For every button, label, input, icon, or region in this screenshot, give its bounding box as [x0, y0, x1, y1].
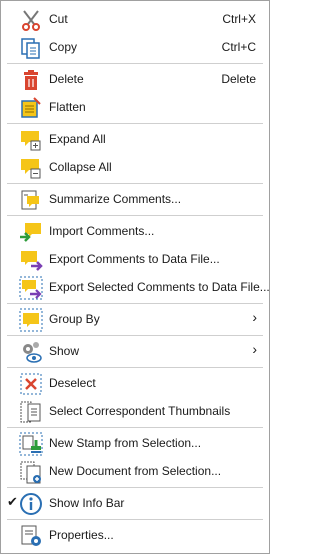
- menu-item-label: Cut: [49, 12, 68, 26]
- menu-separator: [7, 427, 263, 428]
- menu-item-label: Flatten: [49, 100, 86, 114]
- menu-item-label: New Stamp from Selection...: [49, 436, 202, 450]
- menu-item-deselect[interactable]: Deselect: [1, 369, 269, 397]
- menu-item-new-stamp[interactable]: New Stamp from Selection...: [1, 429, 269, 457]
- menu-item-label: Properties...: [49, 528, 114, 542]
- trash-icon: [19, 68, 43, 92]
- copy-icon: [19, 36, 43, 60]
- menu-separator: [7, 367, 263, 368]
- menu-item-import-comments[interactable]: Import Comments...: [1, 217, 269, 245]
- menu-item-select-thumbnails[interactable]: Select Correspondent Thumbnails: [1, 397, 269, 425]
- export-selected-comments-icon: [19, 276, 43, 300]
- menu-item-delete[interactable]: Delete Delete: [1, 65, 269, 93]
- shortcut-text: Ctrl+C: [221, 40, 256, 54]
- properties-icon: [19, 524, 43, 548]
- menu-item-collapse-all[interactable]: Collapse All: [1, 153, 269, 181]
- menu-item-export-comments[interactable]: Export Comments to Data File...: [1, 245, 269, 273]
- new-stamp-icon: [19, 432, 43, 456]
- flatten-icon: [19, 96, 43, 120]
- menu-item-label: Select Correspondent Thumbnails: [49, 404, 231, 418]
- select-thumbnails-icon: [19, 400, 43, 424]
- menu-item-label: Deselect: [49, 376, 96, 390]
- menu-item-label: Expand All: [49, 132, 106, 146]
- summarize-comments-icon: [19, 188, 43, 212]
- menu-item-label: Summarize Comments...: [49, 192, 182, 206]
- menu-item-label: Export Comments to Data File...: [49, 252, 220, 266]
- menu-item-cut[interactable]: Cut Ctrl+X: [1, 5, 269, 33]
- menu-item-label: Show Info Bar: [49, 496, 125, 510]
- info-icon: [19, 492, 43, 516]
- menu-item-label: Export Selected Comments to Data File...: [49, 280, 270, 294]
- menu-item-label: Show: [49, 344, 80, 358]
- menu-item-label: Import Comments...: [49, 224, 155, 238]
- menu-item-label: Collapse All: [49, 160, 112, 174]
- export-comments-icon: [19, 248, 43, 272]
- menu-item-group-by[interactable]: Group By ›: [1, 305, 269, 333]
- menu-separator: [7, 303, 263, 304]
- checkmark-icon: ✔: [7, 494, 18, 509]
- menu-separator: [7, 183, 263, 184]
- deselect-icon: [19, 372, 43, 396]
- menu-separator: [7, 63, 263, 64]
- menu-item-label: Delete: [49, 72, 84, 86]
- menu-item-summarize-comments[interactable]: Summarize Comments...: [1, 185, 269, 213]
- menu-item-expand-all[interactable]: Expand All: [1, 125, 269, 153]
- menu-item-label: Group By: [49, 312, 100, 326]
- menu-separator: [7, 123, 263, 124]
- shortcut-text: Delete: [221, 72, 256, 86]
- menu-separator: [7, 335, 263, 336]
- new-document-icon: [19, 460, 43, 484]
- chevron-right-icon: ›: [252, 341, 257, 357]
- menu-separator: [7, 487, 263, 488]
- menu-item-label: New Document from Selection...: [49, 464, 222, 478]
- expand-comments-icon: [19, 128, 43, 152]
- menu-item-new-document[interactable]: New Document from Selection...: [1, 457, 269, 485]
- menu-separator: [7, 519, 263, 520]
- shortcut-text: Ctrl+X: [222, 12, 256, 26]
- import-comments-icon: [19, 220, 43, 244]
- menu-item-show-info-bar[interactable]: ✔ Show Info Bar: [1, 489, 269, 517]
- menu-item-copy[interactable]: Copy Ctrl+C: [1, 33, 269, 61]
- group-by-icon: [19, 308, 43, 332]
- collapse-comments-icon: [19, 156, 43, 180]
- menu-item-label: Copy: [49, 40, 78, 54]
- menu-item-export-selected-comments[interactable]: Export Selected Comments to Data File...: [1, 273, 270, 301]
- chevron-right-icon: ›: [252, 309, 257, 325]
- menu-separator: [7, 215, 263, 216]
- menu-item-properties[interactable]: Properties...: [1, 521, 269, 549]
- scissors-icon: [19, 8, 43, 32]
- show-settings-icon: [19, 340, 43, 364]
- menu-item-show[interactable]: Show ›: [1, 337, 269, 365]
- context-menu: Cut Ctrl+X Copy Ctrl+C Delete Delete Fla…: [0, 0, 270, 554]
- menu-item-flatten[interactable]: Flatten: [1, 93, 269, 121]
